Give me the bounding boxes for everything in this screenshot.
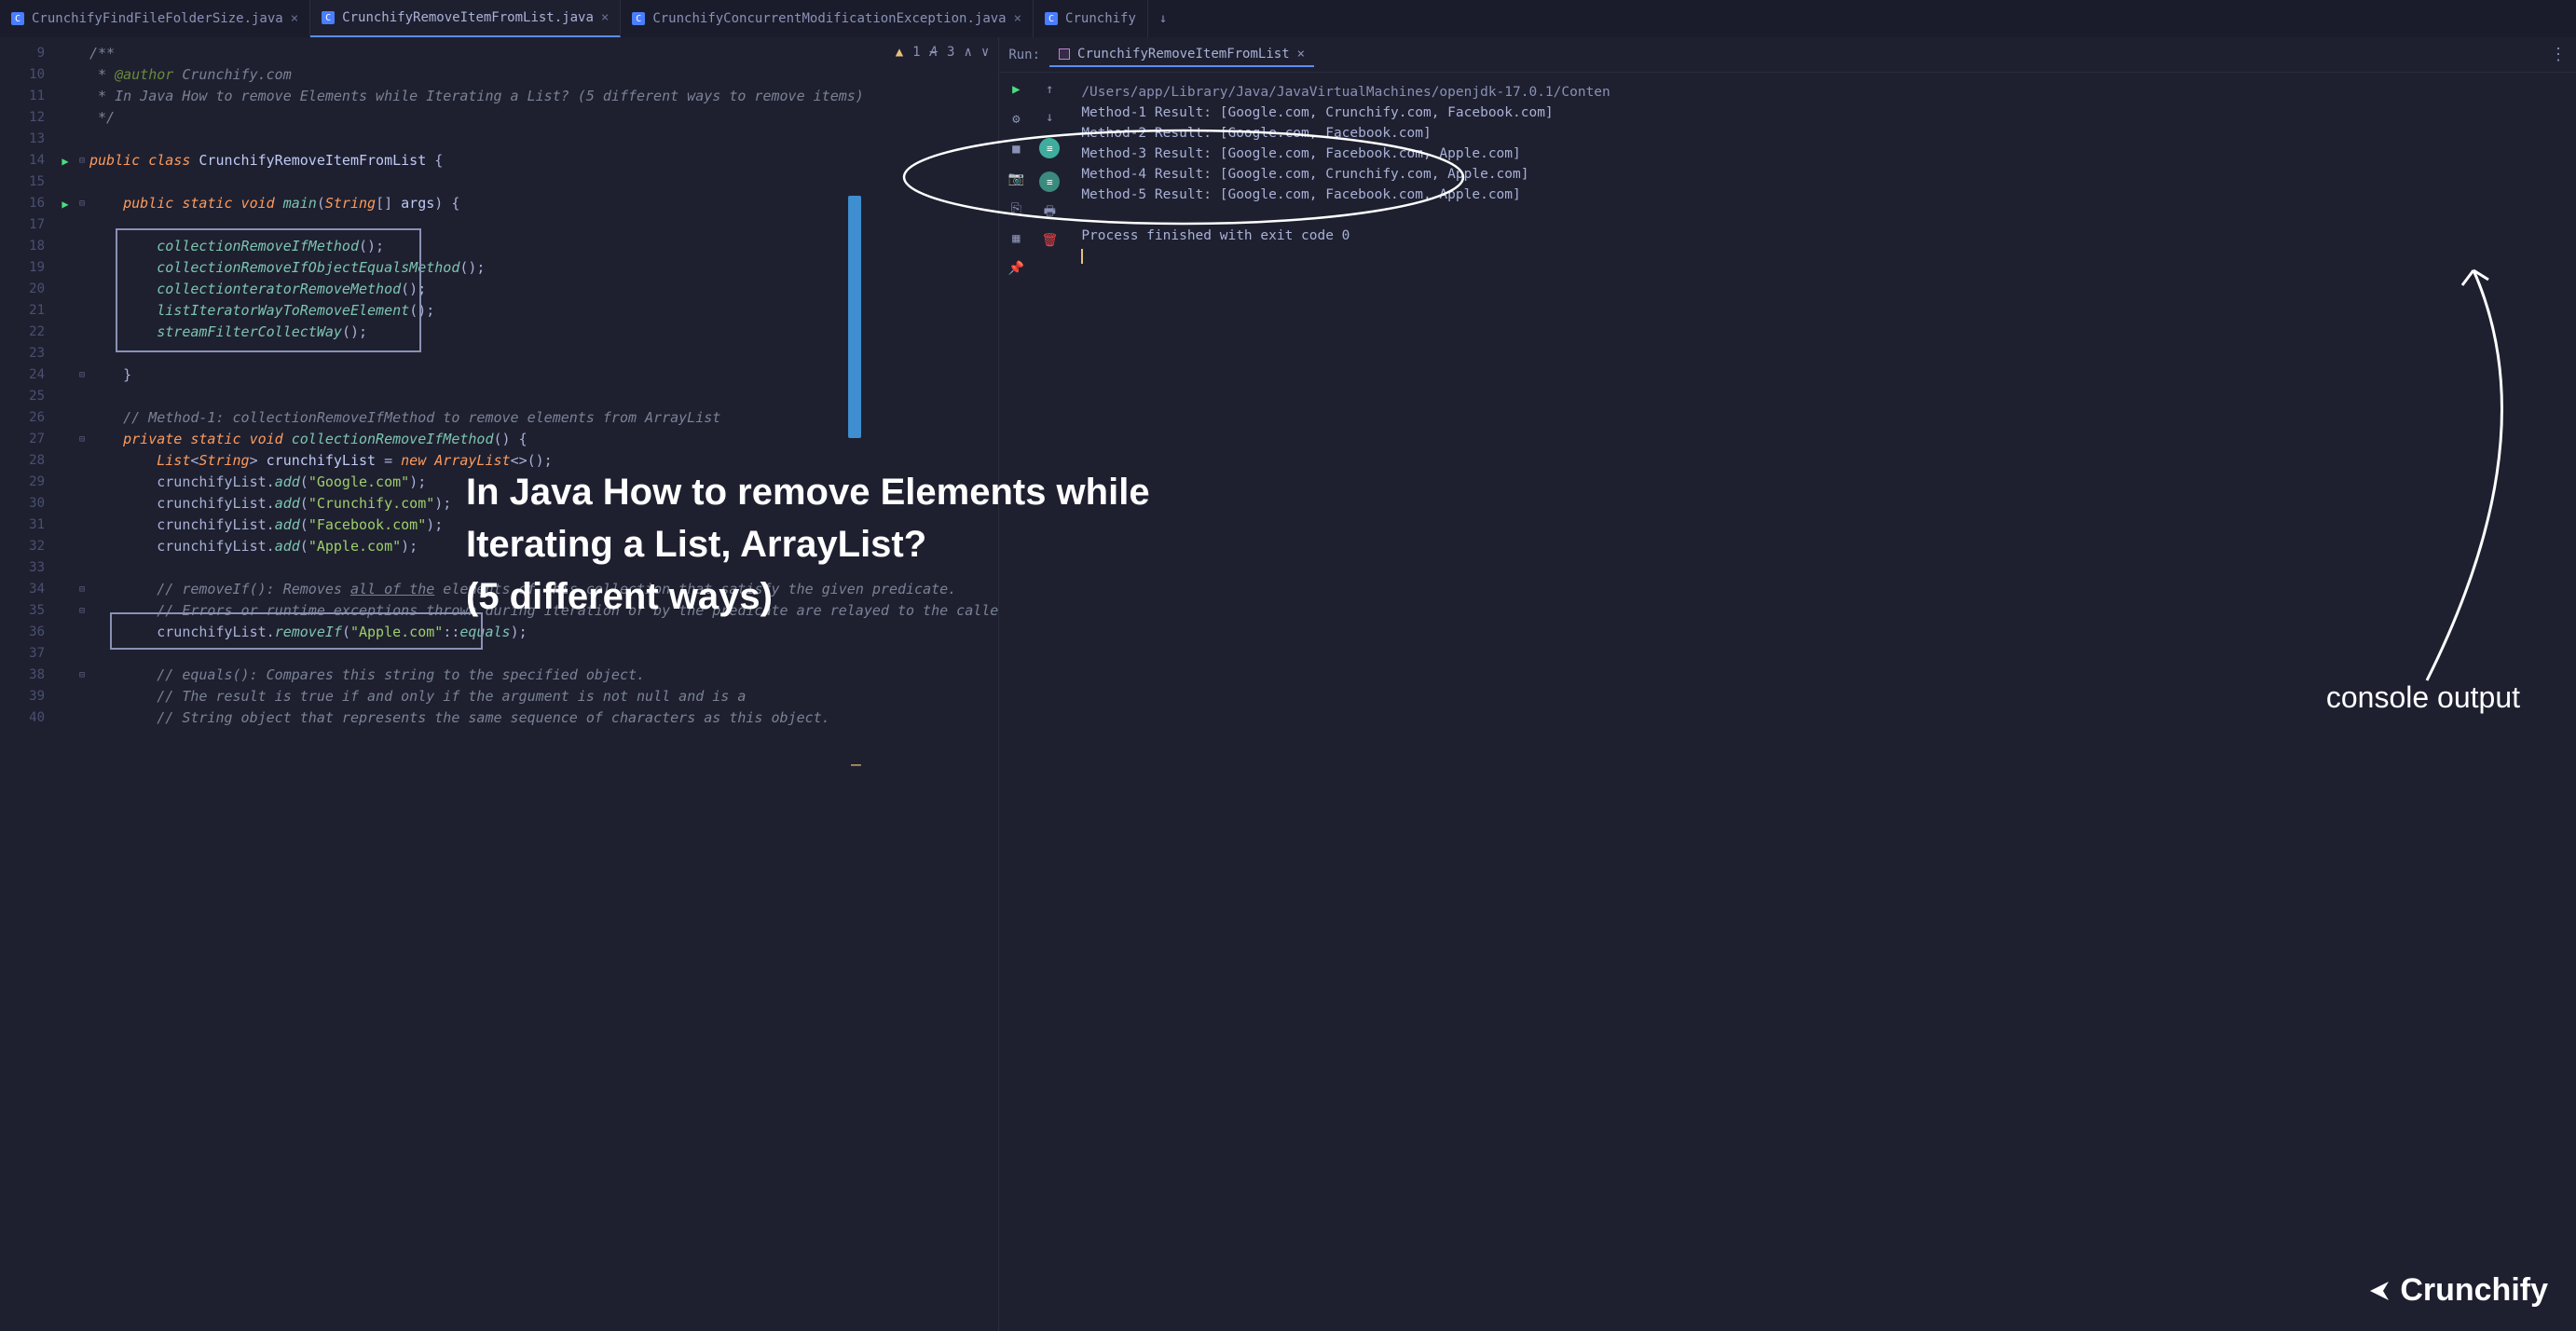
tab-label: CrunchifyConcurrentModificationException… [652,11,1006,26]
java-icon: C [322,11,335,24]
edit-marker: — [851,755,861,775]
screenshot-icon[interactable]: 📷 [1008,172,1023,186]
tab-label: Crunchify [1065,11,1136,26]
editor-tabs: C CrunchifyFindFileFolderSize.java × C C… [0,0,2576,37]
weak-warning-icon[interactable]: A [930,45,938,60]
settings-icon[interactable]: ⚙ [1008,112,1023,127]
tabs-overflow-icon[interactable]: ↓ [1148,11,1178,26]
inspections-widget[interactable]: ▲ 1 A3 ∧ ∨ [896,45,990,60]
console-output[interactable]: /Users/app/Library/Java/JavaVirtualMachi… [1066,73,2576,1331]
pin-icon[interactable]: 📌 [1008,261,1023,276]
close-icon[interactable]: × [1297,47,1305,62]
run-header: Run: CrunchifyRemoveItemFromList × ⋮ [999,37,2576,73]
tab-label: CrunchifyFindFileFolderSize.java [32,11,283,26]
weak-warning-count: 3 [947,45,954,60]
run-config-name: CrunchifyRemoveItemFromList [1077,47,1290,62]
close-icon[interactable]: × [601,10,609,25]
code-editor[interactable]: 9101112131415161718192021222324252627282… [0,37,998,1331]
more-icon[interactable]: ⋮ [2550,45,2567,64]
brand-logo: Crunchify [2361,1272,2548,1309]
java-icon: C [632,12,645,25]
close-icon[interactable]: × [1014,11,1021,26]
java-icon: C [1045,12,1058,25]
scrollbar-minimap[interactable] [848,196,861,438]
exit-icon[interactable]: ≡ [1039,172,1060,192]
run-markers: ▶▶ [56,37,75,1331]
java-icon: C [11,12,24,25]
attach-icon[interactable]: ⎘ [1008,201,1023,216]
print-icon[interactable]: 🖶 [1042,205,1057,220]
prev-highlight-icon[interactable]: ∧ [964,45,971,60]
scroll-up-icon[interactable]: ↑ [1042,82,1057,97]
tab-label: CrunchifyRemoveItemFromList.java [342,10,594,25]
tab-2[interactable]: C CrunchifyConcurrentModificationExcepti… [621,0,1034,37]
run-config-tab[interactable]: CrunchifyRemoveItemFromList × [1049,43,1314,67]
line-gutter: 9101112131415161718192021222324252627282… [0,37,56,1331]
warning-icon[interactable]: ▲ [896,45,903,60]
run-config-icon [1059,48,1070,60]
next-highlight-icon[interactable]: ∨ [981,45,989,60]
layout-icon[interactable]: ▦ [1008,231,1023,246]
code-content[interactable]: /** * @author Crunchify.com * In Java Ho… [89,37,998,1331]
scroll-down-icon[interactable]: ↓ [1042,110,1057,125]
run-toolbar-mid: ↑ ↓ ≡ ≡ 🖶 🗑 [1033,73,1066,1331]
warning-count: 1 [912,45,920,60]
stop-icon[interactable]: ■ [1008,142,1023,157]
tab-1[interactable]: C CrunchifyRemoveItemFromList.java × [310,0,621,37]
close-icon[interactable]: × [291,11,298,26]
run-label: Run: [1008,48,1040,62]
tab-3[interactable]: C Crunchify [1034,0,1148,37]
fold-column: ⊟⊟⊟⊟⊟⊟⊟ [75,37,89,1331]
tab-0[interactable]: C CrunchifyFindFileFolderSize.java × [0,0,310,37]
thread-dump-icon[interactable]: ≡ [1039,138,1060,158]
run-tool-window: Run: CrunchifyRemoveItemFromList × ⋮ ▶ ⚙… [998,37,2576,1331]
run-toolbar-left: ▶ ⚙ ■ 📷 ⎘ ▦ 📌 [999,73,1033,1331]
clear-icon[interactable]: 🗑 [1042,233,1057,248]
rerun-icon[interactable]: ▶ [1008,82,1023,97]
